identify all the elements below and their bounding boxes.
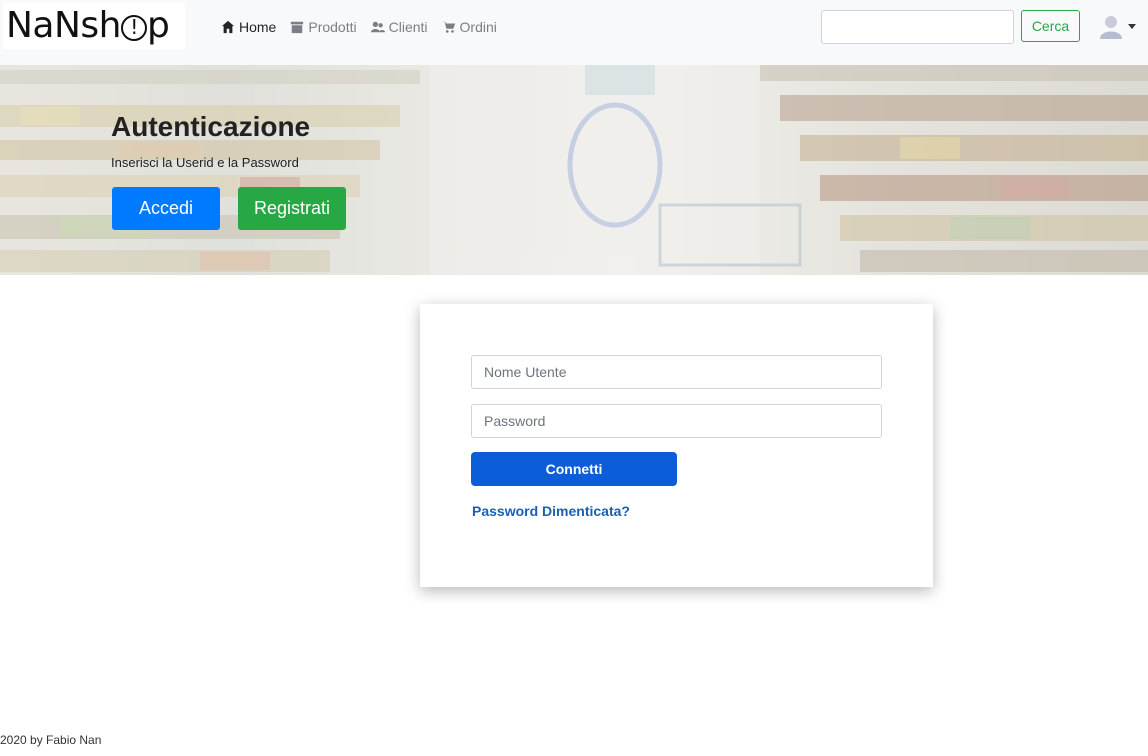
nav-prodotti-label: Prodotti — [308, 19, 357, 35]
page-subtitle: Inserisci la Userid e la Password — [111, 155, 299, 170]
brand-logo[interactable]: NaNsh! p — [3, 3, 185, 49]
page-title: Autenticazione — [111, 111, 311, 142]
register-button[interactable]: Registrati — [238, 187, 346, 230]
people-icon — [370, 21, 385, 33]
home-icon — [221, 20, 235, 34]
nav-clienti-label: Clienti — [388, 19, 428, 35]
search-input[interactable] — [821, 10, 1014, 44]
forgot-password-link[interactable]: Password Dimenticata? — [472, 503, 630, 519]
login-card: Connetti Password Dimenticata? — [420, 304, 933, 587]
connect-button[interactable]: Connetti — [471, 452, 677, 486]
cart-icon — [441, 21, 455, 33]
nav-home[interactable]: Home — [221, 17, 276, 37]
nav-home-label: Home — [239, 19, 277, 35]
nav-ordini[interactable]: Ordini — [441, 17, 497, 37]
nav-prodotti[interactable]: Prodotti — [290, 17, 357, 37]
chevron-down-icon[interactable] — [1128, 24, 1136, 29]
user-avatar-icon[interactable] — [1099, 14, 1123, 40]
main-nav: Home Prodotti Clienti Ordini — [221, 17, 497, 37]
nav-ordini-label: Ordini — [459, 19, 497, 35]
login-button[interactable]: Accedi — [112, 187, 220, 230]
search-button[interactable]: Cerca — [1021, 10, 1080, 42]
supermarket-background — [0, 65, 1148, 275]
username-field[interactable] — [471, 355, 882, 389]
nav-clienti[interactable]: Clienti — [370, 17, 428, 37]
footer-credit: 2020 by Fabio Nan — [0, 733, 102, 747]
archive-icon — [291, 21, 304, 34]
navbar: NaNsh! p Home Prodotti Clienti Ordini Cer… — [0, 0, 1148, 65]
password-field[interactable] — [471, 404, 882, 438]
hero-banner: Autenticazione Inserisci la Userid e la … — [0, 65, 1148, 275]
